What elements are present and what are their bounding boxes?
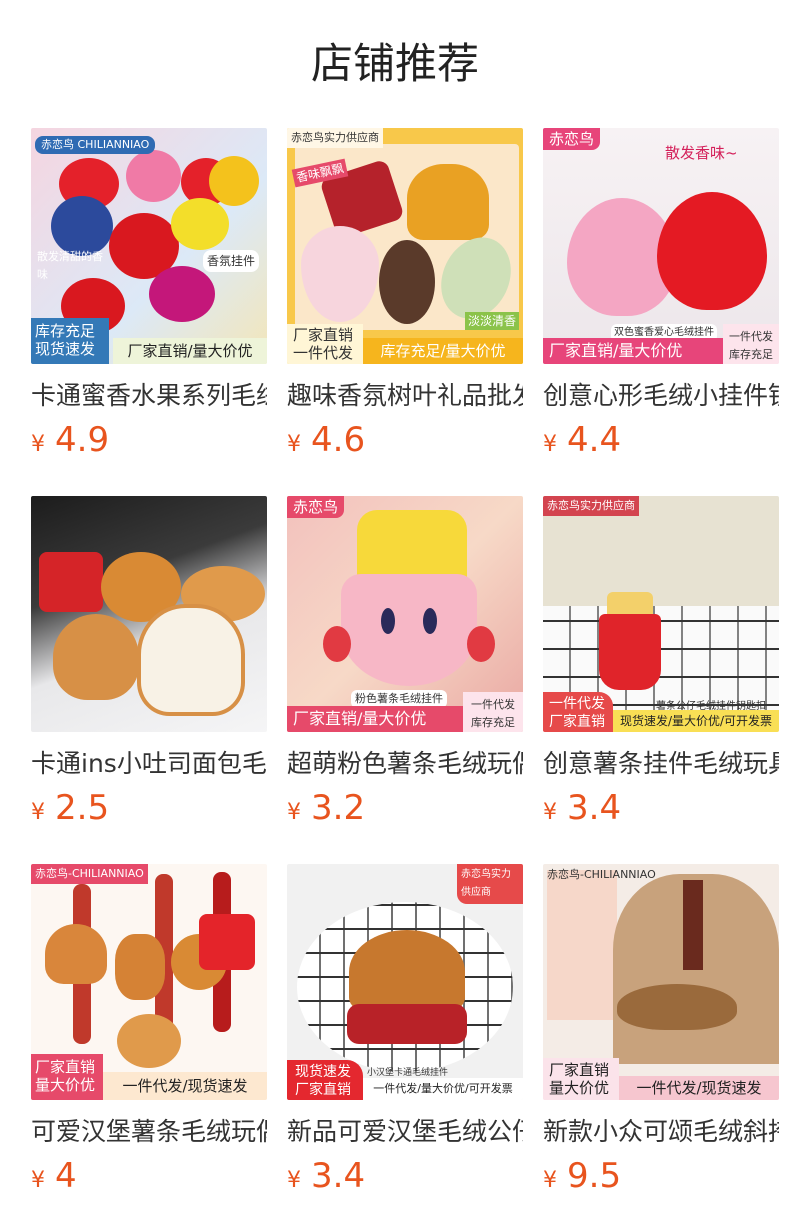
promo-left: 厂家直销 一件代发 (287, 324, 363, 364)
product-image[interactable] (31, 496, 267, 732)
promo-left: 一件代发 厂家直销 (543, 692, 613, 732)
product-name[interactable]: 创意薯条挂件毛绒玩具 (543, 748, 779, 780)
product-image[interactable]: 赤恋鸟 散发香味~ 双色蜜香爱心毛绒挂件 厂家直销/量大价优 一件代发 库存充足 (543, 128, 779, 364)
brand-label: 赤恋鸟 CHILIANNIAO (35, 136, 156, 154)
product-card[interactable]: 赤恋鸟实力供应商 香味飘飘 淡淡清香 厂家直销 一件代发 库存充足/量大价优 趣… (287, 128, 523, 468)
product-name[interactable]: 可爱汉堡薯条毛绒玩偶 (31, 1116, 267, 1148)
currency-symbol: ¥ (31, 432, 45, 457)
promo-right: 厂家直销/量大价优 (113, 338, 267, 364)
brand-label: 赤恋鸟-CHILIANNIAO (31, 864, 148, 884)
promo-left: 厂家直销 量大价优 (31, 1054, 103, 1100)
product-card[interactable]: 赤恋鸟实力供应商 小汉堡卡通毛绒挂件 现货速发 厂家直销 一件代发/量大价优/可… (287, 864, 523, 1204)
product-image[interactable]: 赤恋鸟实力供应商 香味飘飘 淡淡清香 厂家直销 一件代发 库存充足/量大价优 (287, 128, 523, 364)
price-value: 3.4 (567, 788, 622, 828)
product-card[interactable]: 赤恋鸟实力供应商 薯条公仔毛绒挂件钥匙扣 一件代发 厂家直销 现货速发/量大价优… (543, 496, 779, 836)
price-value: 4 (55, 1156, 77, 1196)
product-price: ¥2.5 (31, 786, 267, 836)
brand-label: 赤恋鸟-CHILIANNIAO (547, 868, 656, 881)
price-value: 3.2 (311, 788, 366, 828)
promo-right: 一件代发 库存充足 (463, 692, 523, 732)
currency-symbol: ¥ (31, 1168, 45, 1193)
product-price: ¥3.4 (543, 786, 779, 836)
price-value: 4.9 (55, 420, 110, 460)
product-price: ¥4.4 (543, 418, 779, 468)
brand-label: 赤恋鸟实力供应商 (287, 128, 383, 148)
promo-left: 厂家直销 量大价优 (543, 1058, 619, 1100)
currency-symbol: ¥ (287, 432, 301, 457)
price-value: 4.6 (311, 420, 366, 460)
brand-label: 赤恋鸟 (287, 496, 345, 518)
tag-label-2: 淡淡清香 (465, 312, 520, 330)
product-image[interactable]: 赤恋鸟实力供应商 薯条公仔毛绒挂件钥匙扣 一件代发 厂家直销 现货速发/量大价优… (543, 496, 779, 732)
product-price: ¥4.6 (287, 418, 523, 468)
product-price: ¥9.5 (543, 1154, 779, 1204)
product-card[interactable]: 卡通ins小吐司面包毛绒 ¥2.5 (31, 496, 267, 836)
product-name[interactable]: 趣味香氛树叶礼品批发 (287, 380, 523, 412)
product-card[interactable]: 赤恋鸟-CHILIANNIAO 厂家直销 量大价优 一件代发/现货速发 新款小众… (543, 864, 779, 1204)
product-name[interactable]: 创意心形毛绒小挂件钥 (543, 380, 779, 412)
product-card[interactable]: 赤恋鸟 粉色薯条毛绒挂件 厂家直销/量大价优 一件代发 库存充足 超萌粉色薯条毛… (287, 496, 523, 836)
product-card[interactable]: 赤恋鸟 散发香味~ 双色蜜香爱心毛绒挂件 厂家直销/量大价优 一件代发 库存充足… (543, 128, 779, 468)
product-image[interactable]: 赤恋鸟 粉色薯条毛绒挂件 厂家直销/量大价优 一件代发 库存充足 (287, 496, 523, 732)
currency-symbol: ¥ (287, 1168, 301, 1193)
promo-right: 一件代发/量大价优/可开发票 (363, 1078, 523, 1100)
promo-left: 厂家直销/量大价优 (287, 706, 463, 732)
product-image[interactable]: 赤恋鸟-CHILIANNIAO 厂家直销 量大价优 一件代发/现货速发 (31, 864, 267, 1100)
tag-label-2: 散发清甜的香味 (37, 250, 103, 281)
promo-left: 现货速发 厂家直销 (287, 1060, 363, 1100)
product-name[interactable]: 新款小众可颂毛绒斜挎 (543, 1116, 779, 1148)
product-card[interactable]: 赤恋鸟-CHILIANNIAO 厂家直销 量大价优 一件代发/现货速发 可爱汉堡… (31, 864, 267, 1204)
page-title: 店铺推荐 (310, 39, 479, 88)
currency-symbol: ¥ (543, 800, 557, 825)
price-value: 3.4 (311, 1156, 366, 1196)
product-price: ¥4.9 (31, 418, 267, 468)
product-name[interactable]: 卡通蜜香水果系列毛绒 (31, 380, 267, 412)
product-image[interactable]: 赤恋鸟实力供应商 小汉堡卡通毛绒挂件 现货速发 厂家直销 一件代发/量大价优/可… (287, 864, 523, 1100)
promo-left: 库存充足 现货速发 (31, 318, 109, 364)
price-value: 9.5 (567, 1156, 622, 1196)
brand-label: 赤恋鸟实力供应商 (543, 496, 639, 516)
currency-symbol: ¥ (287, 800, 301, 825)
product-name[interactable]: 超萌粉色薯条毛绒玩偶 (287, 748, 523, 780)
product-price: ¥3.2 (287, 786, 523, 836)
price-value: 4.4 (567, 420, 622, 460)
brand-label: 赤恋鸟 (543, 128, 601, 150)
product-name[interactable]: 新品可爱汉堡毛绒公仔 (287, 1116, 523, 1148)
currency-symbol: ¥ (543, 432, 557, 457)
brand-label: 赤恋鸟实力供应商 (457, 864, 523, 904)
product-card[interactable]: 赤恋鸟 CHILIANNIAO 香氛挂件 散发清甜的香味 库存充足 现货速发 厂… (31, 128, 267, 468)
price-value: 2.5 (55, 788, 110, 828)
promo-right: 一件代发/现货速发 (619, 1076, 779, 1100)
promo-right: 一件代发/现货速发 (103, 1072, 267, 1100)
currency-symbol: ¥ (543, 1168, 557, 1193)
product-name[interactable]: 卡通ins小吐司面包毛绒 (31, 748, 267, 780)
promo-right: 现货速发/量大价优/可开发票 (613, 710, 779, 732)
promo-right: 库存充足/量大价优 (363, 338, 523, 364)
product-image[interactable]: 赤恋鸟 CHILIANNIAO 香氛挂件 散发清甜的香味 库存充足 现货速发 厂… (31, 128, 267, 364)
tag-label: 散发香味~ (665, 144, 738, 162)
tag-label: 香氛挂件 (203, 250, 260, 272)
currency-symbol: ¥ (31, 800, 45, 825)
promo-right: 一件代发 库存充足 (723, 324, 779, 364)
product-image[interactable]: 赤恋鸟-CHILIANNIAO 厂家直销 量大价优 一件代发/现货速发 (543, 864, 779, 1100)
product-price: ¥4 (31, 1154, 267, 1204)
promo-left: 厂家直销/量大价优 (543, 338, 723, 364)
product-price: ¥3.4 (287, 1154, 523, 1204)
